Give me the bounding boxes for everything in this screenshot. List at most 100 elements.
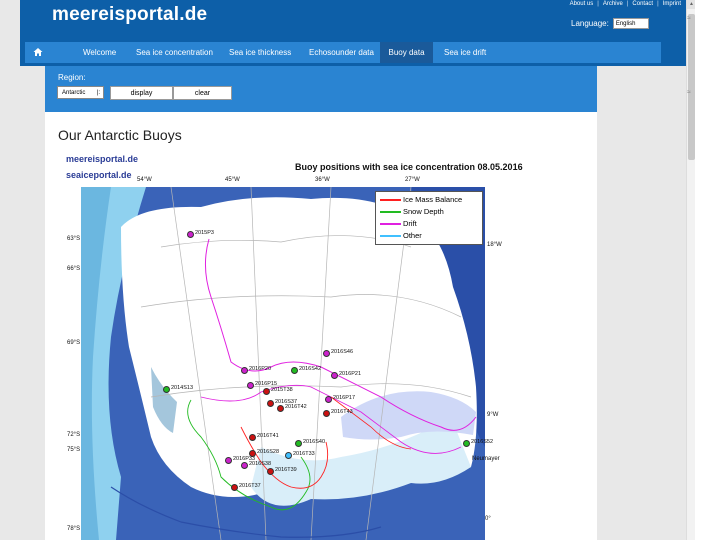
lon-label: 0° [485,516,491,522]
buoy-marker [247,382,254,389]
link-imprint[interactable]: Imprint [663,1,681,7]
top-links: About us | Archive | Contact | Imprint [570,1,681,7]
language-select[interactable]: English [612,18,649,29]
lon-label: 54°W [137,177,152,183]
buoy-label: 2016P17 [333,395,356,401]
buoy-marker [241,462,248,469]
region-select[interactable]: Antarctic |: [57,86,104,99]
figure-brand-meereisportal: meereisportal.de [66,154,139,164]
buoy-label: 2014S13 [171,385,194,391]
buoy-label: 2016P20 [249,366,272,372]
buoy-label: 2016S28 [257,449,280,455]
main-content: Our Antarctic Buoys meereisportal.de sea… [45,112,597,540]
buoy-marker [225,457,232,464]
lat-label: 69°S [67,340,81,346]
lat-label: 66°S [67,266,81,272]
lat-label: 75°S [67,447,81,453]
buoy-marker [323,410,330,417]
link-separator: | [657,1,659,7]
lat-label: 72°S [67,432,81,438]
nav-buoy-data[interactable]: Buoy data [380,42,433,63]
legend-row-other: Other [380,231,422,240]
nav-echosounder-data[interactable]: Echosounder data [309,42,374,63]
buoy-marker [295,440,302,447]
buoy-marker [187,231,194,238]
buoy-marker [291,367,298,374]
buoy-label: 2016T43 [331,409,353,415]
right-margin [695,0,720,540]
buoy-label: 2016T37 [239,483,261,489]
link-about[interactable]: About us [570,1,594,7]
legend-swatch [380,198,401,201]
region-label: Region: [58,73,86,82]
home-icon[interactable] [33,47,43,57]
place-label-neumayer: Neumayer [472,456,500,462]
figure-title: Buoy positions with sea ice concentratio… [295,162,523,172]
buoy-marker [249,434,256,441]
legend-row-ice-mass-balance: Ice Mass Balance [380,195,462,204]
lon-label: 45°W [225,177,240,183]
buoy-label: 2016T42 [285,404,307,410]
display-button[interactable]: display [110,86,173,100]
buoy-marker [331,372,338,379]
legend-label: Snow Depth [403,207,444,216]
buoy-label: 2016S38 [249,461,272,467]
buoy-marker [267,468,274,475]
link-separator: | [626,1,629,7]
nav-welcome[interactable]: Welcome [83,42,116,63]
legend-label: Other [403,231,422,240]
lon-label: 9°W [487,412,499,418]
main-nav: Welcome Sea ice concentration Sea ice th… [25,42,661,63]
map-legend: Ice Mass Balance Snow Depth Drift Other [375,191,483,245]
nav-sea-ice-concentration[interactable]: Sea ice concentration [136,42,213,63]
lat-label: 78°S [67,526,81,532]
lon-label: 36°W [315,177,330,183]
link-separator: | [597,1,599,7]
buoy-marker [163,386,170,393]
buoy-label: 2015P3 [195,230,214,236]
buoy-marker [463,440,470,447]
page-marker-icon[interactable]: ≈ [687,89,691,96]
buoy-label: 2016S42 [299,366,322,372]
buoy-marker [231,484,238,491]
legend-swatch [380,234,401,237]
legend-row-drift: Drift [380,219,417,228]
legend-label: Drift [403,219,417,228]
buoy-label: 2016T39 [275,467,297,473]
buoy-marker [285,452,292,459]
buoy-marker [325,396,332,403]
buoy-label: 2016S46 [331,349,354,355]
page-up-icon[interactable]: ≈ [687,15,691,22]
buoy-label: 2015T38 [271,387,293,393]
region-panel: Region: Antarctic |: display clear [45,66,597,112]
buoy-marker [267,400,274,407]
buoy-label: 2016T41 [257,433,279,439]
buoy-label: 2016T33 [293,451,315,457]
language-label: Language: [571,19,609,28]
buoy-label: 2016S52 [471,439,494,445]
language-switcher: Language: English [571,18,649,29]
scroll-thumb[interactable] [688,14,695,160]
lat-label: 63°S [67,236,81,242]
buoy-map-figure: meereisportal.de seaiceportal.de Buoy po… [59,150,525,540]
legend-label: Ice Mass Balance [403,195,463,204]
lon-label: 27°W [405,177,420,183]
lon-label: 18°W [487,242,502,248]
buoy-marker [263,388,270,395]
buoy-marker [241,367,248,374]
buoy-label: 2016P21 [339,371,362,377]
nav-sea-ice-drift[interactable]: Sea ice drift [444,42,486,63]
link-contact[interactable]: Contact [632,1,653,7]
buoy-marker [277,405,284,412]
select-arrow-icon: |: [96,90,100,96]
buoy-label: 2016S40 [303,439,326,445]
region-value: Antarctic [62,90,86,96]
figure-brand-seaiceportal: seaiceportal.de [66,170,132,180]
link-archive[interactable]: Archive [603,1,623,7]
nav-sea-ice-thickness[interactable]: Sea ice thickness [229,42,291,63]
legend-swatch [380,222,401,225]
legend-row-snow-depth: Snow Depth [380,207,444,216]
clear-button[interactable]: clear [173,86,232,100]
page-title: Our Antarctic Buoys [58,127,182,143]
site-logo[interactable]: meereisportal.de [52,4,207,26]
